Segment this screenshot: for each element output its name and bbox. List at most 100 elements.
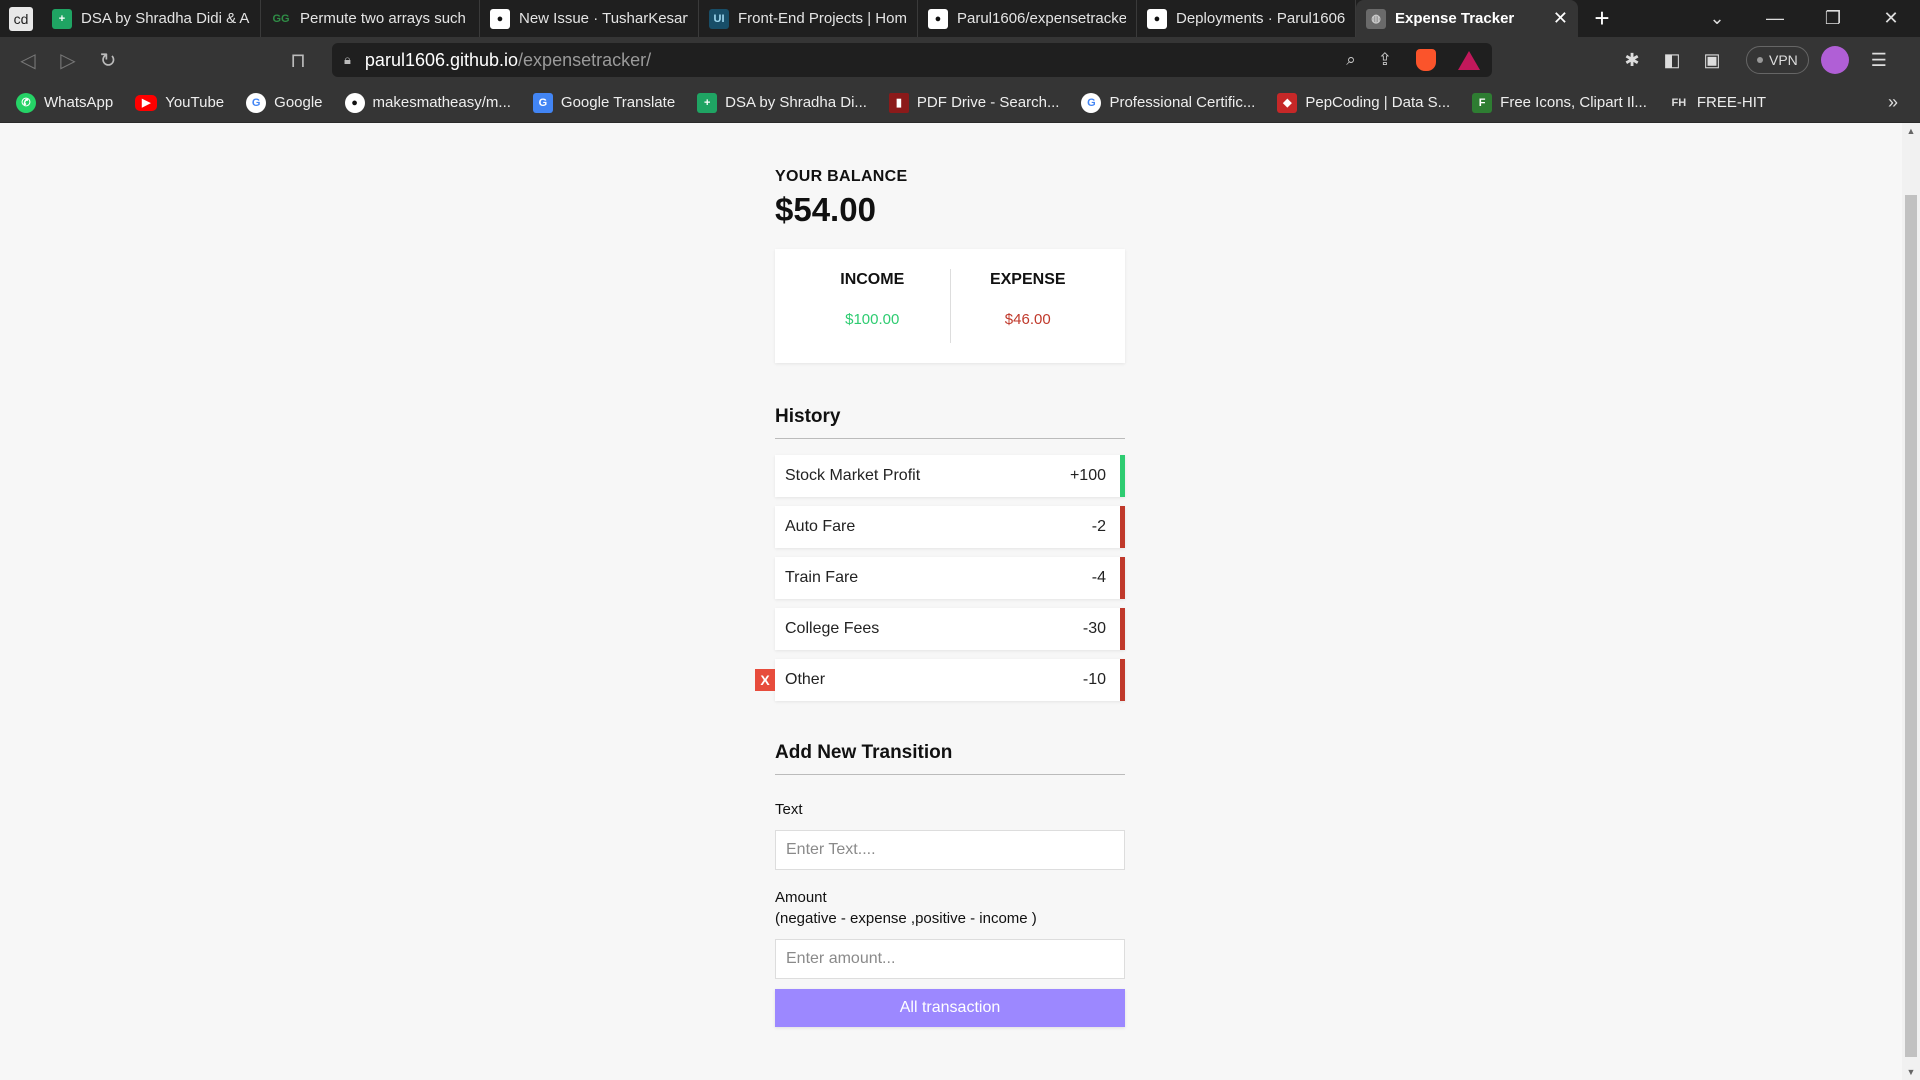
close-window-icon[interactable]: ✕ (1862, 0, 1920, 37)
bookmark-icon[interactable]: ⊓ (278, 40, 318, 80)
tab-title: Expense Tracker (1395, 10, 1515, 27)
tab-strip-spacer (1626, 0, 1688, 37)
bookmark-free-hit[interactable]: FH FREE-HIT (1669, 93, 1767, 113)
vpn-status-icon (1757, 57, 1763, 63)
tab-title: Deployments · Parul1606/exp (1176, 10, 1345, 27)
amount-input[interactable] (775, 939, 1125, 979)
bookmark-label: Free Icons, Clipart Il... (1500, 94, 1647, 111)
bookmark-label: Google Translate (560, 94, 676, 111)
tab-title: Permute two arrays such that (300, 10, 469, 27)
bookmark-pdf-drive[interactable]: ▮ PDF Drive - Search... (888, 92, 1059, 113)
add-transaction-title: Add New Transition (775, 742, 1125, 775)
bookmark-google[interactable]: G Google (246, 92, 323, 113)
pdf-drive-icon: ▮ (888, 92, 909, 113)
tab-new-issue[interactable]: ● New Issue · TusharKesarwani (480, 0, 699, 37)
globe-icon: ◍ (1366, 8, 1386, 29)
bookmark-google-translate[interactable]: G Google Translate (532, 92, 676, 113)
whatsapp-icon: ✆ (16, 92, 36, 113)
forward-icon[interactable]: ▷ (48, 40, 88, 80)
transaction-item[interactable]: Train Fare -4 (775, 557, 1125, 599)
restore-icon[interactable]: ❐ (1804, 0, 1862, 37)
income-expense-card: INCOME $100.00 EXPENSE $46.00 (775, 249, 1125, 363)
sheets-icon: + (52, 8, 72, 29)
profile-avatar[interactable] (1820, 46, 1849, 74)
page-scrollbar[interactable]: ▲ ▼ (1902, 123, 1920, 1080)
balance-amount: $54.00 (775, 191, 876, 228)
tab-title: New Issue · TusharKesarwani (519, 10, 688, 27)
balance-label: YOUR BALANCE (775, 168, 908, 185)
google-translate-icon: G (532, 92, 553, 113)
bookmark-pepcoding[interactable]: ◆ PepCoding | Data S... (1277, 92, 1451, 113)
close-tab-icon[interactable]: ✕ (1553, 8, 1568, 29)
scrollbar-thumb[interactable] (1905, 195, 1917, 1057)
scroll-up-icon[interactable]: ▲ (1902, 123, 1920, 139)
address-bar[interactable]: 🔒︎ parul1606.github.io/expensetracker/ ⌕… (332, 43, 1492, 77)
page-viewport: YOUR BALANCE $54.00 INCOME $100.00 EXPEN… (0, 123, 1920, 1080)
transaction-amount: -2 (1091, 518, 1106, 535)
reload-icon[interactable]: ↻ (88, 40, 128, 80)
github-icon: ● (1147, 8, 1167, 29)
tab-search-chevron-icon[interactable]: ⌄ (1688, 0, 1746, 37)
menu-icon[interactable]: ☰ (1859, 50, 1899, 71)
tab-frontend-projects[interactable]: UI Front-End Projects | Home (699, 0, 918, 37)
tab-strip: cd + DSA by Shradha Didi & Aman GG Permu… (0, 0, 1920, 37)
transaction-item[interactable]: Auto Fare -2 (775, 506, 1125, 548)
add-transaction-form: Text Amount (negative - expense ,positiv… (775, 799, 1125, 1027)
sidebar-icon[interactable]: ◧ (1652, 50, 1692, 71)
bookmark-professional-cert[interactable]: G Professional Certific... (1081, 92, 1256, 113)
bookmark-whatsapp[interactable]: ✆ WhatsApp (16, 92, 113, 113)
add-transaction-button[interactable]: All transaction (775, 989, 1125, 1027)
freehit-icon: FH (1671, 96, 1687, 109)
tab-deployments[interactable]: ● Deployments · Parul1606/exp (1137, 0, 1356, 37)
tab-dsa-sheet[interactable]: + DSA by Shradha Didi & Aman (42, 0, 261, 37)
tab-expense-tracker[interactable]: ◍ Expense Tracker ✕ (1356, 0, 1578, 37)
transaction-text: Stock Market Profit (785, 467, 921, 484)
bookmark-dsa-sheet[interactable]: + DSA by Shradha Di... (697, 92, 867, 113)
transaction-list: Stock Market Profit +100 Auto Fare -2 Tr… (755, 455, 1125, 701)
transaction-item[interactable]: Stock Market Profit +100 (775, 455, 1125, 497)
pepcoding-icon: ◆ (1277, 92, 1298, 113)
vpn-button[interactable]: VPN (1746, 46, 1809, 74)
bookmark-youtube[interactable]: ▶ YouTube (135, 94, 224, 111)
back-icon[interactable]: ◁ (8, 40, 48, 80)
tab-title: Parul1606/expensetracker (957, 10, 1126, 27)
minimize-icon[interactable]: — (1746, 0, 1804, 37)
delete-transaction-button[interactable]: X (755, 669, 775, 691)
tab-permute-arrays[interactable]: GG Permute two arrays such that (261, 0, 480, 37)
income-column: INCOME $100.00 (795, 269, 951, 343)
amount-hint: (negative - expense ,positive - income ) (775, 910, 1037, 927)
extensions-icon[interactable]: ✱ (1612, 50, 1652, 71)
transaction-text: Train Fare (785, 569, 859, 586)
zoom-icon[interactable]: ⌕ (1346, 50, 1356, 70)
sheets-icon: + (697, 92, 718, 113)
tab-title: DSA by Shradha Didi & Aman (81, 10, 250, 27)
transaction-item[interactable]: College Fees -30 (775, 608, 1125, 650)
bookmark-label: PepCoding | Data S... (1305, 94, 1451, 111)
expense-tracker-app: YOUR BALANCE $54.00 INCOME $100.00 EXPEN… (755, 168, 1125, 1027)
income-amount: $100.00 (845, 311, 900, 328)
transaction-amount: -30 (1082, 620, 1106, 637)
text-input[interactable] (775, 830, 1125, 870)
freepik-icon: F (1472, 92, 1493, 113)
tab-repo-expensetracker[interactable]: ● Parul1606/expensetracker (918, 0, 1137, 37)
bookmark-label: Professional Certific... (1109, 94, 1256, 111)
share-icon[interactable]: ⇪ (1378, 50, 1392, 70)
new-tab-button[interactable]: + (1578, 0, 1626, 37)
app-launcher[interactable]: cd (0, 0, 42, 37)
transaction-item[interactable]: X Other -10 (755, 659, 1125, 701)
brave-shields-icon[interactable] (1416, 49, 1436, 71)
transaction-text: Auto Fare (785, 518, 856, 535)
brave-rewards-icon[interactable] (1458, 50, 1480, 70)
bookmark-free-icons[interactable]: F Free Icons, Clipart Il... (1472, 92, 1647, 113)
tab-title: Front-End Projects | Home (738, 10, 907, 27)
history-title: History (775, 406, 1125, 439)
url-host: parul1606.github.io (364, 49, 519, 70)
bookmark-makesmatheasy[interactable]: ● makesmatheasy/m... (344, 92, 511, 113)
github-icon: ● (490, 8, 510, 29)
expense-label: EXPENSE (989, 271, 1066, 288)
scroll-down-icon[interactable]: ▼ (1902, 1064, 1920, 1080)
toolbar-right: ✱ ◧ ▣ VPN ☰ (1612, 46, 1899, 74)
github-icon: ● (344, 92, 365, 113)
wallet-icon[interactable]: ▣ (1692, 50, 1732, 71)
bookmarks-overflow-icon[interactable]: » (1888, 92, 1898, 113)
